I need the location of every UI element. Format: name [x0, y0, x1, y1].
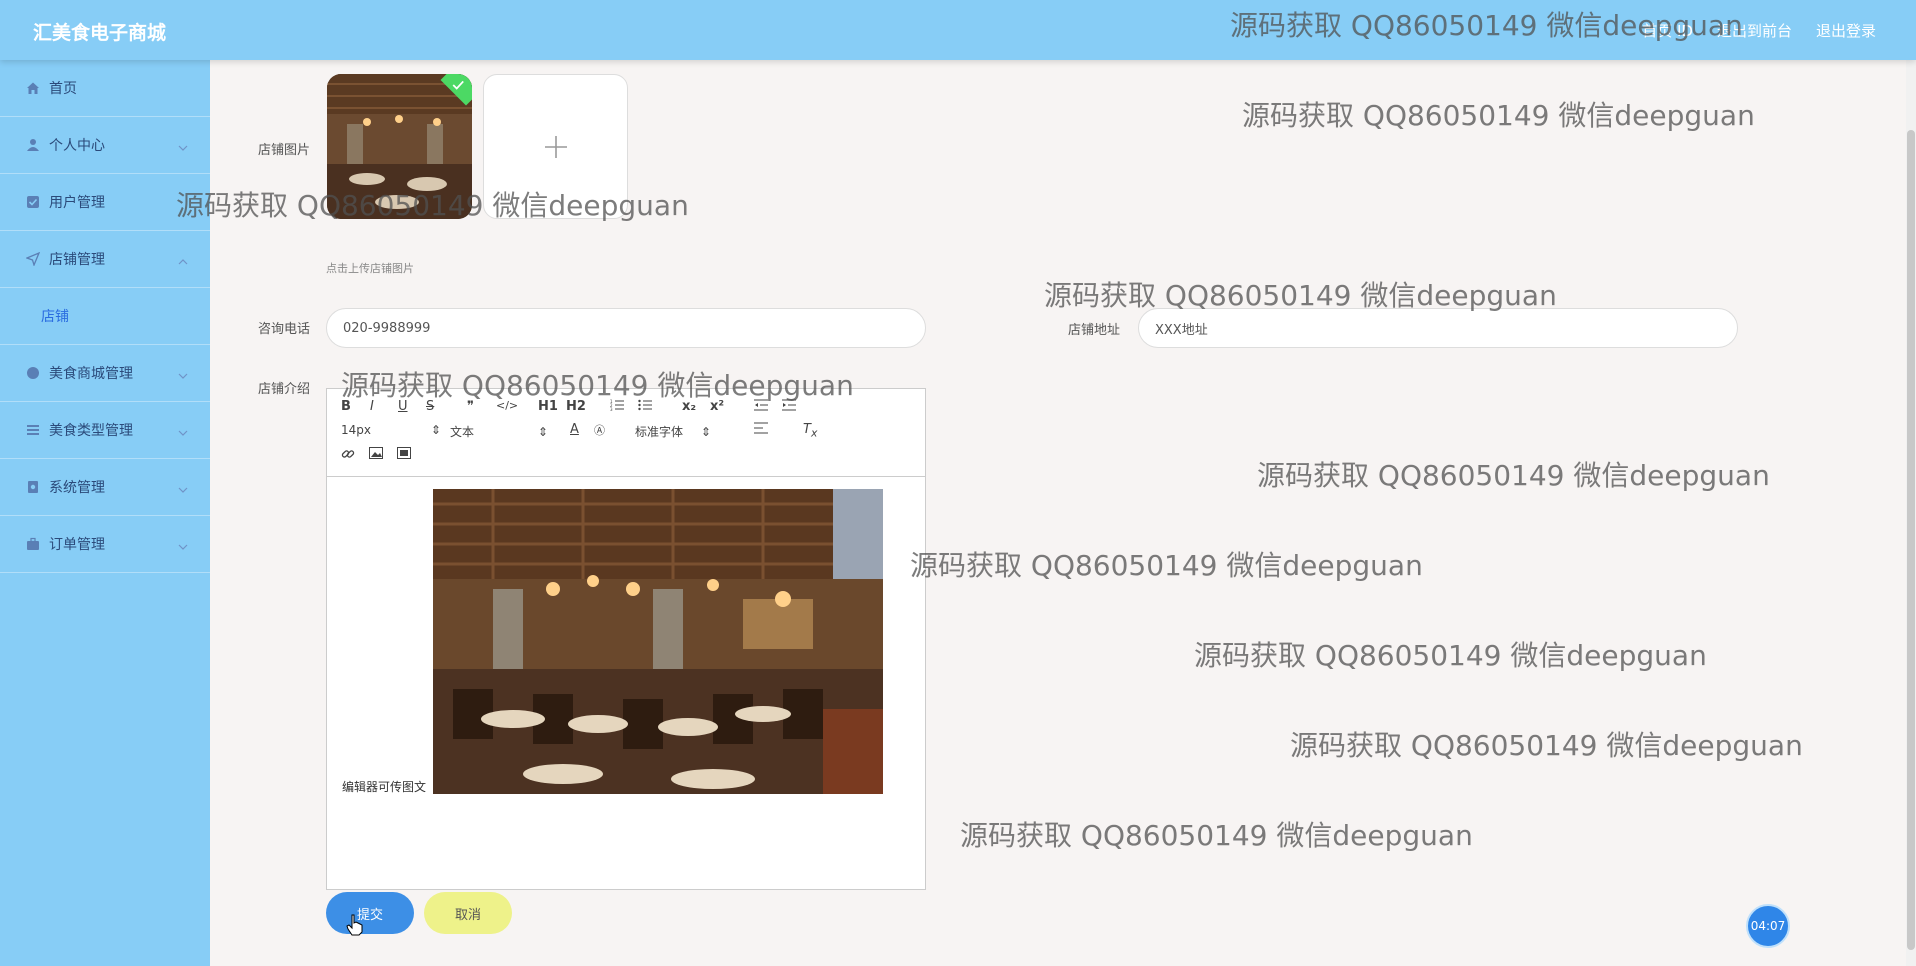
italic-button[interactable]: I — [370, 399, 374, 414]
subscript-button[interactable]: x₂ — [682, 399, 696, 414]
h2-button[interactable]: H2 — [566, 399, 586, 414]
gear-icon — [25, 479, 41, 495]
font-size-select[interactable]: 14px ⇕ — [341, 423, 441, 437]
sidebar-item-users[interactable]: 用户管理 — [0, 174, 210, 231]
clear-format-icon[interactable]: Tx — [803, 422, 817, 440]
strike-button[interactable]: S — [426, 399, 434, 414]
background-color-icon[interactable]: Ⓐ — [594, 422, 605, 438]
sidebar-item-label: 首页 — [49, 81, 77, 97]
send-icon — [25, 251, 41, 267]
chevron-down-icon — [178, 367, 188, 383]
sidebar: 首页 个人中心 用户管理 店铺管理 店铺 美食商城管理 美食类型管理 系统管理 … — [0, 60, 210, 966]
address-label: 店铺地址 — [1068, 323, 1121, 338]
chevron-up-icon — [178, 253, 188, 269]
list-icon — [25, 422, 41, 438]
sidebar-item-label: 订单管理 — [49, 537, 105, 553]
font-family-select[interactable]: 标准字体 ⇕ — [635, 423, 711, 440]
restaurant-photo — [327, 74, 472, 219]
sidebar-item-food-type[interactable]: 美食类型管理 — [0, 402, 210, 459]
sidebar-item-label: 美食商城管理 — [49, 366, 133, 382]
home-icon — [25, 80, 41, 96]
sidebar-subitem-shop[interactable]: 店铺 — [0, 288, 210, 345]
sidebar-item-label: 个人中心 — [49, 138, 105, 154]
link-icon[interactable] — [341, 447, 355, 465]
upload-hint: 点击上传店铺图片 — [326, 262, 414, 275]
sidebar-item-personal[interactable]: 个人中心 — [0, 117, 210, 174]
header-link-frontend[interactable]: 退出到前台 — [1717, 20, 1792, 41]
hand-cursor-icon — [346, 914, 363, 936]
chevron-down-icon — [178, 538, 188, 554]
sidebar-item-home[interactable]: 首页 — [0, 60, 210, 117]
bullet-list-icon[interactable] — [638, 399, 652, 415]
shop-image-label: 店铺图片 — [258, 143, 311, 158]
chevron-down-icon — [178, 481, 188, 497]
sidebar-item-label: 店铺管理 — [49, 252, 105, 268]
image-icon[interactable] — [369, 447, 383, 463]
editor-content[interactable]: 编辑器可传图文 — [327, 478, 925, 889]
intro-label: 店铺介绍 — [258, 382, 311, 397]
block-type-select[interactable]: 文本 ⇕ — [450, 423, 548, 440]
align-icon[interactable] — [754, 422, 768, 438]
main-content: 店铺图片 点击上传店铺图片 咨询电话 店铺地址 店铺介绍 B I U S ❞ — [210, 60, 1916, 966]
editor-toolbar: B I U S ❞ </> H1 H2 123 x₂ x² 14px ⇕ 文本 … — [327, 389, 925, 477]
video-icon[interactable] — [397, 447, 411, 463]
sidebar-item-orders[interactable]: 订单管理 — [0, 516, 210, 573]
submit-button[interactable]: 提交 — [326, 892, 414, 934]
font-family-value: 标准字体 — [635, 425, 684, 439]
briefcase-icon — [25, 536, 41, 552]
code-block-button[interactable]: </> — [496, 399, 518, 412]
brand-title: 汇美食电子商城 — [33, 22, 167, 44]
indent-icon[interactable] — [782, 399, 796, 415]
phone-field[interactable] — [326, 308, 926, 348]
header-links: 首页 ID 退出到前台 退出登录 — [1642, 20, 1876, 41]
underline-button[interactable]: U — [398, 399, 408, 414]
font-color-icon[interactable]: A — [570, 422, 579, 437]
sidebar-item-label: 用户管理 — [49, 195, 105, 211]
bold-button[interactable]: B — [341, 399, 351, 414]
svg-text:3: 3 — [610, 407, 613, 411]
restaurant-image — [433, 489, 883, 794]
top-header: 汇美食电子商城 首页 ID 退出到前台 退出登录 — [0, 0, 1916, 60]
scrollbar-thumb[interactable] — [1907, 130, 1915, 950]
sidebar-item-system[interactable]: 系统管理 — [0, 459, 210, 516]
header-link-home[interactable]: 首页 ID — [1642, 20, 1693, 41]
plus-icon — [544, 135, 567, 158]
user-icon — [25, 137, 41, 153]
address-field[interactable] — [1138, 308, 1738, 348]
superscript-button[interactable]: x² — [710, 399, 724, 414]
ordered-list-icon[interactable]: 123 — [610, 399, 624, 415]
editor-paragraph: 编辑器可传图文 — [342, 780, 427, 794]
sidebar-item-food-mall[interactable]: 美食商城管理 — [0, 345, 210, 402]
phone-label: 咨询电话 — [258, 322, 311, 337]
blockquote-button[interactable]: ❞ — [467, 399, 474, 414]
block-type-value: 文本 — [450, 425, 475, 439]
outdent-icon[interactable] — [754, 399, 768, 415]
cancel-button[interactable]: 取消 — [424, 892, 512, 934]
sidebar-item-shop[interactable]: 店铺管理 — [0, 231, 210, 288]
circle-icon — [25, 365, 41, 381]
chevron-down-icon — [178, 424, 188, 440]
upload-image-button[interactable] — [483, 74, 628, 219]
header-link-logout[interactable]: 退出登录 — [1816, 20, 1876, 41]
shop-image-thumbnail[interactable] — [327, 74, 472, 219]
check-square-icon — [25, 194, 41, 210]
timer-badge: 04:07 — [1746, 904, 1790, 948]
h1-button[interactable]: H1 — [538, 399, 558, 414]
sidebar-item-label: 系统管理 — [49, 480, 105, 496]
font-size-value: 14px — [341, 423, 371, 437]
rich-text-editor[interactable]: B I U S ❞ </> H1 H2 123 x₂ x² 14px ⇕ 文本 … — [326, 388, 926, 890]
sidebar-item-label: 美食类型管理 — [49, 423, 133, 439]
scrollbar[interactable] — [1906, 60, 1916, 966]
chevron-down-icon — [178, 139, 188, 155]
